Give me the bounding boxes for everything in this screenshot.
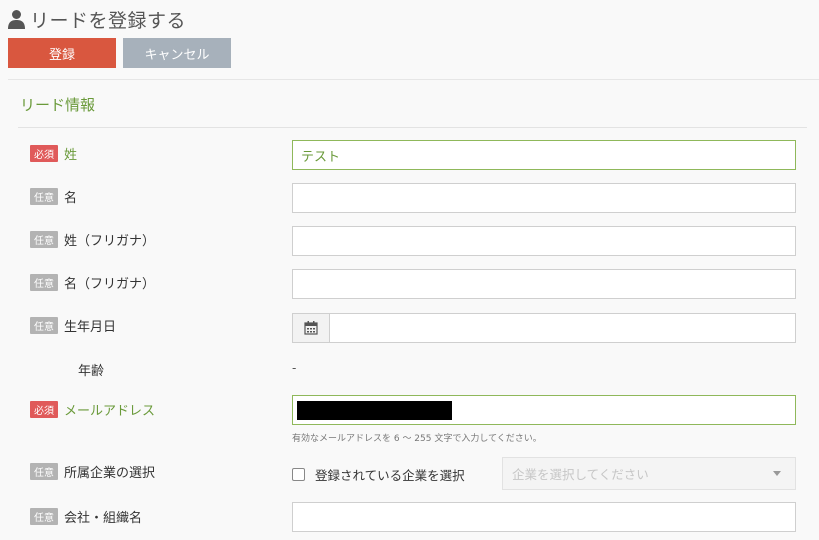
required-badge: 必須 bbox=[30, 145, 58, 162]
user-icon bbox=[8, 10, 25, 29]
registered-company-checkbox[interactable] bbox=[292, 468, 305, 481]
divider bbox=[8, 79, 819, 80]
age-label: 年齢 bbox=[78, 364, 105, 379]
company-select-placeholder: 企業を選択してください bbox=[512, 467, 649, 482]
registered-company-checkbox-label[interactable]: 登録されている企業を選択 bbox=[315, 465, 465, 484]
optional-badge: 任意 bbox=[30, 231, 58, 248]
first-name-label: 名 bbox=[64, 191, 78, 206]
email-input[interactable] bbox=[292, 395, 796, 425]
first-name-kana-label: 名（フリガナ） bbox=[64, 277, 156, 292]
company-name-input[interactable] bbox=[292, 502, 796, 532]
page-title-text: リードを登録する bbox=[30, 9, 187, 32]
required-badge: 必須 bbox=[30, 401, 58, 418]
form-row-age: 年齢 bbox=[0, 359, 819, 389]
optional-badge: 任意 bbox=[30, 188, 58, 205]
last-name-label: 姓 bbox=[64, 148, 78, 163]
company-select[interactable]: 企業を選択してください bbox=[502, 457, 796, 490]
birthdate-label: 生年月日 bbox=[64, 320, 117, 335]
section-divider bbox=[18, 127, 807, 128]
first-name-input[interactable] bbox=[292, 183, 796, 213]
birthdate-picker bbox=[292, 313, 796, 343]
optional-badge: 任意 bbox=[30, 508, 58, 525]
optional-badge: 任意 bbox=[30, 274, 58, 291]
calendar-icon bbox=[304, 321, 318, 335]
age-value: - bbox=[292, 361, 297, 375]
email-help-text: 有効なメールアドレスを 6 ～ 255 文字で入力してください。 bbox=[292, 434, 542, 444]
last-name-input[interactable]: テスト bbox=[292, 140, 796, 170]
optional-badge: 任意 bbox=[30, 317, 58, 334]
page-title: リードを登録する bbox=[8, 5, 186, 33]
chevron-down-icon bbox=[773, 471, 781, 476]
email-label: メールアドレス bbox=[64, 404, 156, 419]
redacted-value bbox=[297, 401, 452, 420]
cancel-button[interactable]: キャンセル bbox=[123, 38, 231, 68]
company-select-label: 所属企業の選択 bbox=[64, 466, 156, 481]
calendar-button[interactable] bbox=[292, 313, 329, 343]
last-name-kana-input[interactable] bbox=[292, 226, 796, 256]
registered-company-checkbox-group: 登録されている企業を選択 bbox=[292, 465, 465, 484]
save-button[interactable]: 登録 bbox=[8, 38, 116, 68]
section-title: リード情報 bbox=[20, 96, 96, 114]
optional-badge: 任意 bbox=[30, 463, 58, 480]
company-name-label: 会社・組織名 bbox=[64, 511, 143, 526]
last-name-kana-label: 姓（フリガナ） bbox=[64, 234, 156, 249]
first-name-kana-input[interactable] bbox=[292, 269, 796, 299]
birthdate-input[interactable] bbox=[329, 313, 796, 343]
